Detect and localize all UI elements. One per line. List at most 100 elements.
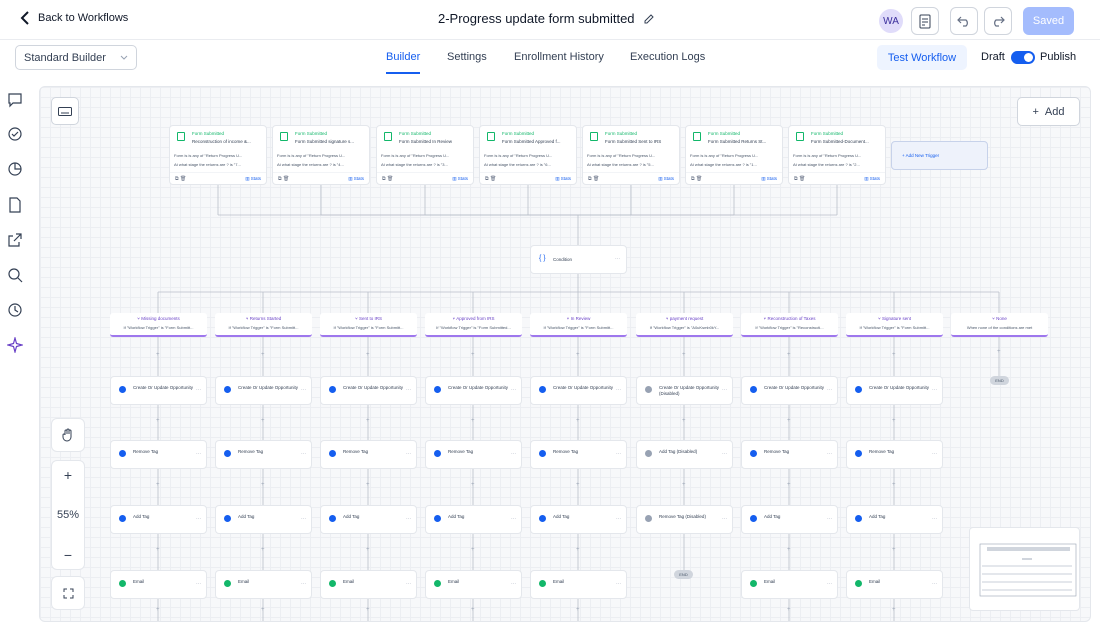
add-new-trigger-button[interactable]: + Add New Trigger <box>891 141 988 170</box>
more-icon[interactable]: ··· <box>406 581 411 587</box>
tab-enrollment-history[interactable]: Enrollment History <box>514 51 604 63</box>
branch-node[interactable]: ⑂ Reconstruction of Taxes If "Workflow Tr… <box>741 313 838 337</box>
branch-node[interactable]: ⑂ payment request If "Workflow Trigger" i… <box>636 313 733 337</box>
action-node[interactable]: Add Tag ··· <box>846 505 943 534</box>
publish-toggle[interactable] <box>1011 51 1035 64</box>
more-icon[interactable]: ··· <box>511 581 516 587</box>
add-step-plus[interactable]: + <box>576 418 580 424</box>
branch-node[interactable]: ⑂ None When none of the conditions are me… <box>951 313 1048 337</box>
add-step-plus[interactable]: + <box>261 547 265 553</box>
add-step-plus[interactable]: + <box>576 607 580 613</box>
builder-select[interactable]: Standard Builder <box>15 45 137 70</box>
add-step-plus[interactable]: + <box>997 349 1001 355</box>
branch-node[interactable]: ⑂ Returns Started If "Workflow Trigger" i… <box>215 313 312 337</box>
more-icon[interactable]: ··· <box>511 516 516 522</box>
add-step-plus[interactable]: + <box>261 352 265 358</box>
more-icon[interactable]: ··· <box>196 387 201 393</box>
action-node[interactable]: Email ··· <box>530 570 627 599</box>
more-icon[interactable]: ··· <box>301 581 306 587</box>
zoom-out-button[interactable]: − <box>64 547 72 563</box>
minimap[interactable] <box>969 527 1080 611</box>
add-step-plus[interactable]: + <box>892 607 896 613</box>
tab-execution-logs[interactable]: Execution Logs <box>630 51 705 63</box>
condition-node[interactable]: { } Condition ··· <box>530 245 627 274</box>
add-step-plus[interactable]: + <box>156 607 160 613</box>
action-node[interactable]: Remove Tag ··· <box>215 440 312 469</box>
branch-node[interactable]: ⑂ Approved from IRS If "Workflow Trigger"… <box>425 313 522 337</box>
add-step-plus[interactable]: + <box>366 482 370 488</box>
more-icon[interactable]: ··· <box>722 451 727 457</box>
add-step-plus[interactable]: + <box>892 418 896 424</box>
more-icon[interactable]: ··· <box>196 516 201 522</box>
pan-tool-button[interactable] <box>51 418 85 452</box>
add-step-plus[interactable]: + <box>576 352 580 358</box>
fit-view-button[interactable] <box>51 576 85 610</box>
keyboard-shortcuts-button[interactable] <box>51 97 79 125</box>
action-node[interactable]: Email ··· <box>110 570 207 599</box>
workflow-title[interactable]: 2-Progress update form submitted <box>438 11 655 26</box>
stats-link[interactable]: ▥ Stats <box>761 176 777 182</box>
add-step-plus[interactable]: + <box>892 482 896 488</box>
add-step-plus[interactable]: + <box>471 607 475 613</box>
add-step-plus[interactable]: + <box>892 352 896 358</box>
more-icon[interactable]: ··· <box>616 387 621 393</box>
add-step-plus[interactable]: + <box>576 547 580 553</box>
add-step-plus[interactable]: + <box>366 547 370 553</box>
action-node[interactable]: Create Or Update Opportunity ··· <box>846 376 943 405</box>
action-node[interactable]: Email ··· <box>320 570 417 599</box>
search-icon[interactable] <box>7 267 23 283</box>
more-icon[interactable]: ··· <box>196 581 201 587</box>
more-icon[interactable]: ··· <box>827 581 832 587</box>
add-step-plus[interactable]: + <box>787 352 791 358</box>
add-button[interactable]: + Add <box>1017 97 1080 126</box>
add-step-plus[interactable]: + <box>156 418 160 424</box>
action-node[interactable]: Remove Tag ··· <box>320 440 417 469</box>
stats-link[interactable]: ▥ Stats <box>452 176 468 182</box>
pencil-icon[interactable] <box>643 13 655 25</box>
action-node[interactable]: Create Or Update Opportunity ··· <box>741 376 838 405</box>
stats-link[interactable]: ▥ Stats <box>348 176 364 182</box>
more-icon[interactable]: ··· <box>616 451 621 457</box>
workflow-canvas[interactable]: + Add Form Submitted Reconstruction of in… <box>39 86 1091 622</box>
more-icon[interactable]: ··· <box>932 516 937 522</box>
file-icon[interactable] <box>7 197 23 213</box>
saved-button[interactable]: Saved <box>1023 7 1074 35</box>
stats-link[interactable]: ▥ Stats <box>658 176 674 182</box>
add-step-plus[interactable]: + <box>156 352 160 358</box>
action-node[interactable]: Remove Tag ··· <box>846 440 943 469</box>
action-node[interactable]: Add Tag ··· <box>425 505 522 534</box>
tab-builder[interactable]: Builder <box>386 51 420 63</box>
history-icon[interactable] <box>7 302 23 318</box>
more-icon[interactable]: ··· <box>722 387 727 393</box>
add-step-plus[interactable]: + <box>576 482 580 488</box>
action-node[interactable]: Create Or Update Opportunity ··· <box>530 376 627 405</box>
action-node[interactable]: Add Tag ··· <box>215 505 312 534</box>
more-icon[interactable]: ··· <box>301 387 306 393</box>
action-node[interactable]: Email ··· <box>215 570 312 599</box>
more-icon[interactable]: ··· <box>511 387 516 393</box>
action-node[interactable]: Add Tag ··· <box>320 505 417 534</box>
redo-button[interactable] <box>984 7 1012 35</box>
add-step-plus[interactable]: + <box>787 607 791 613</box>
action-node[interactable]: Remove Tag ··· <box>110 440 207 469</box>
action-node[interactable]: Remove Tag ··· <box>530 440 627 469</box>
branch-node[interactable]: ⑂ In Review If "Workflow Trigger" is "For… <box>530 313 627 337</box>
add-step-plus[interactable]: + <box>682 352 686 358</box>
action-node[interactable]: Create Or Update Opportunity (Disabled) ·… <box>636 376 733 405</box>
add-step-plus[interactable]: + <box>471 418 475 424</box>
action-node[interactable]: Remove Tag (Disabled) ··· <box>636 505 733 534</box>
more-icon[interactable]: ··· <box>301 451 306 457</box>
action-node[interactable]: Create Or Update Opportunity ··· <box>110 376 207 405</box>
more-icon[interactable]: ··· <box>406 451 411 457</box>
branch-node[interactable]: ⑂ Signature sent If "Workflow Trigger" is… <box>846 313 943 337</box>
action-node[interactable]: Create Or Update Opportunity ··· <box>215 376 312 405</box>
action-node[interactable]: Add Tag (Disabled) ··· <box>636 440 733 469</box>
branch-node[interactable]: ⑂ Sent to IRS If "Workflow Trigger" is "F… <box>320 313 417 337</box>
check-circle-icon[interactable] <box>7 126 23 142</box>
more-icon[interactable]: ··· <box>616 516 621 522</box>
trigger-node[interactable]: Form Submitted Form Submitted-Document...… <box>788 125 886 185</box>
tab-settings[interactable]: Settings <box>447 51 487 63</box>
action-node[interactable]: Email ··· <box>846 570 943 599</box>
more-icon[interactable]: ··· <box>827 387 832 393</box>
trigger-node[interactable]: Form Submitted Form Submitted Returns St.… <box>685 125 783 185</box>
